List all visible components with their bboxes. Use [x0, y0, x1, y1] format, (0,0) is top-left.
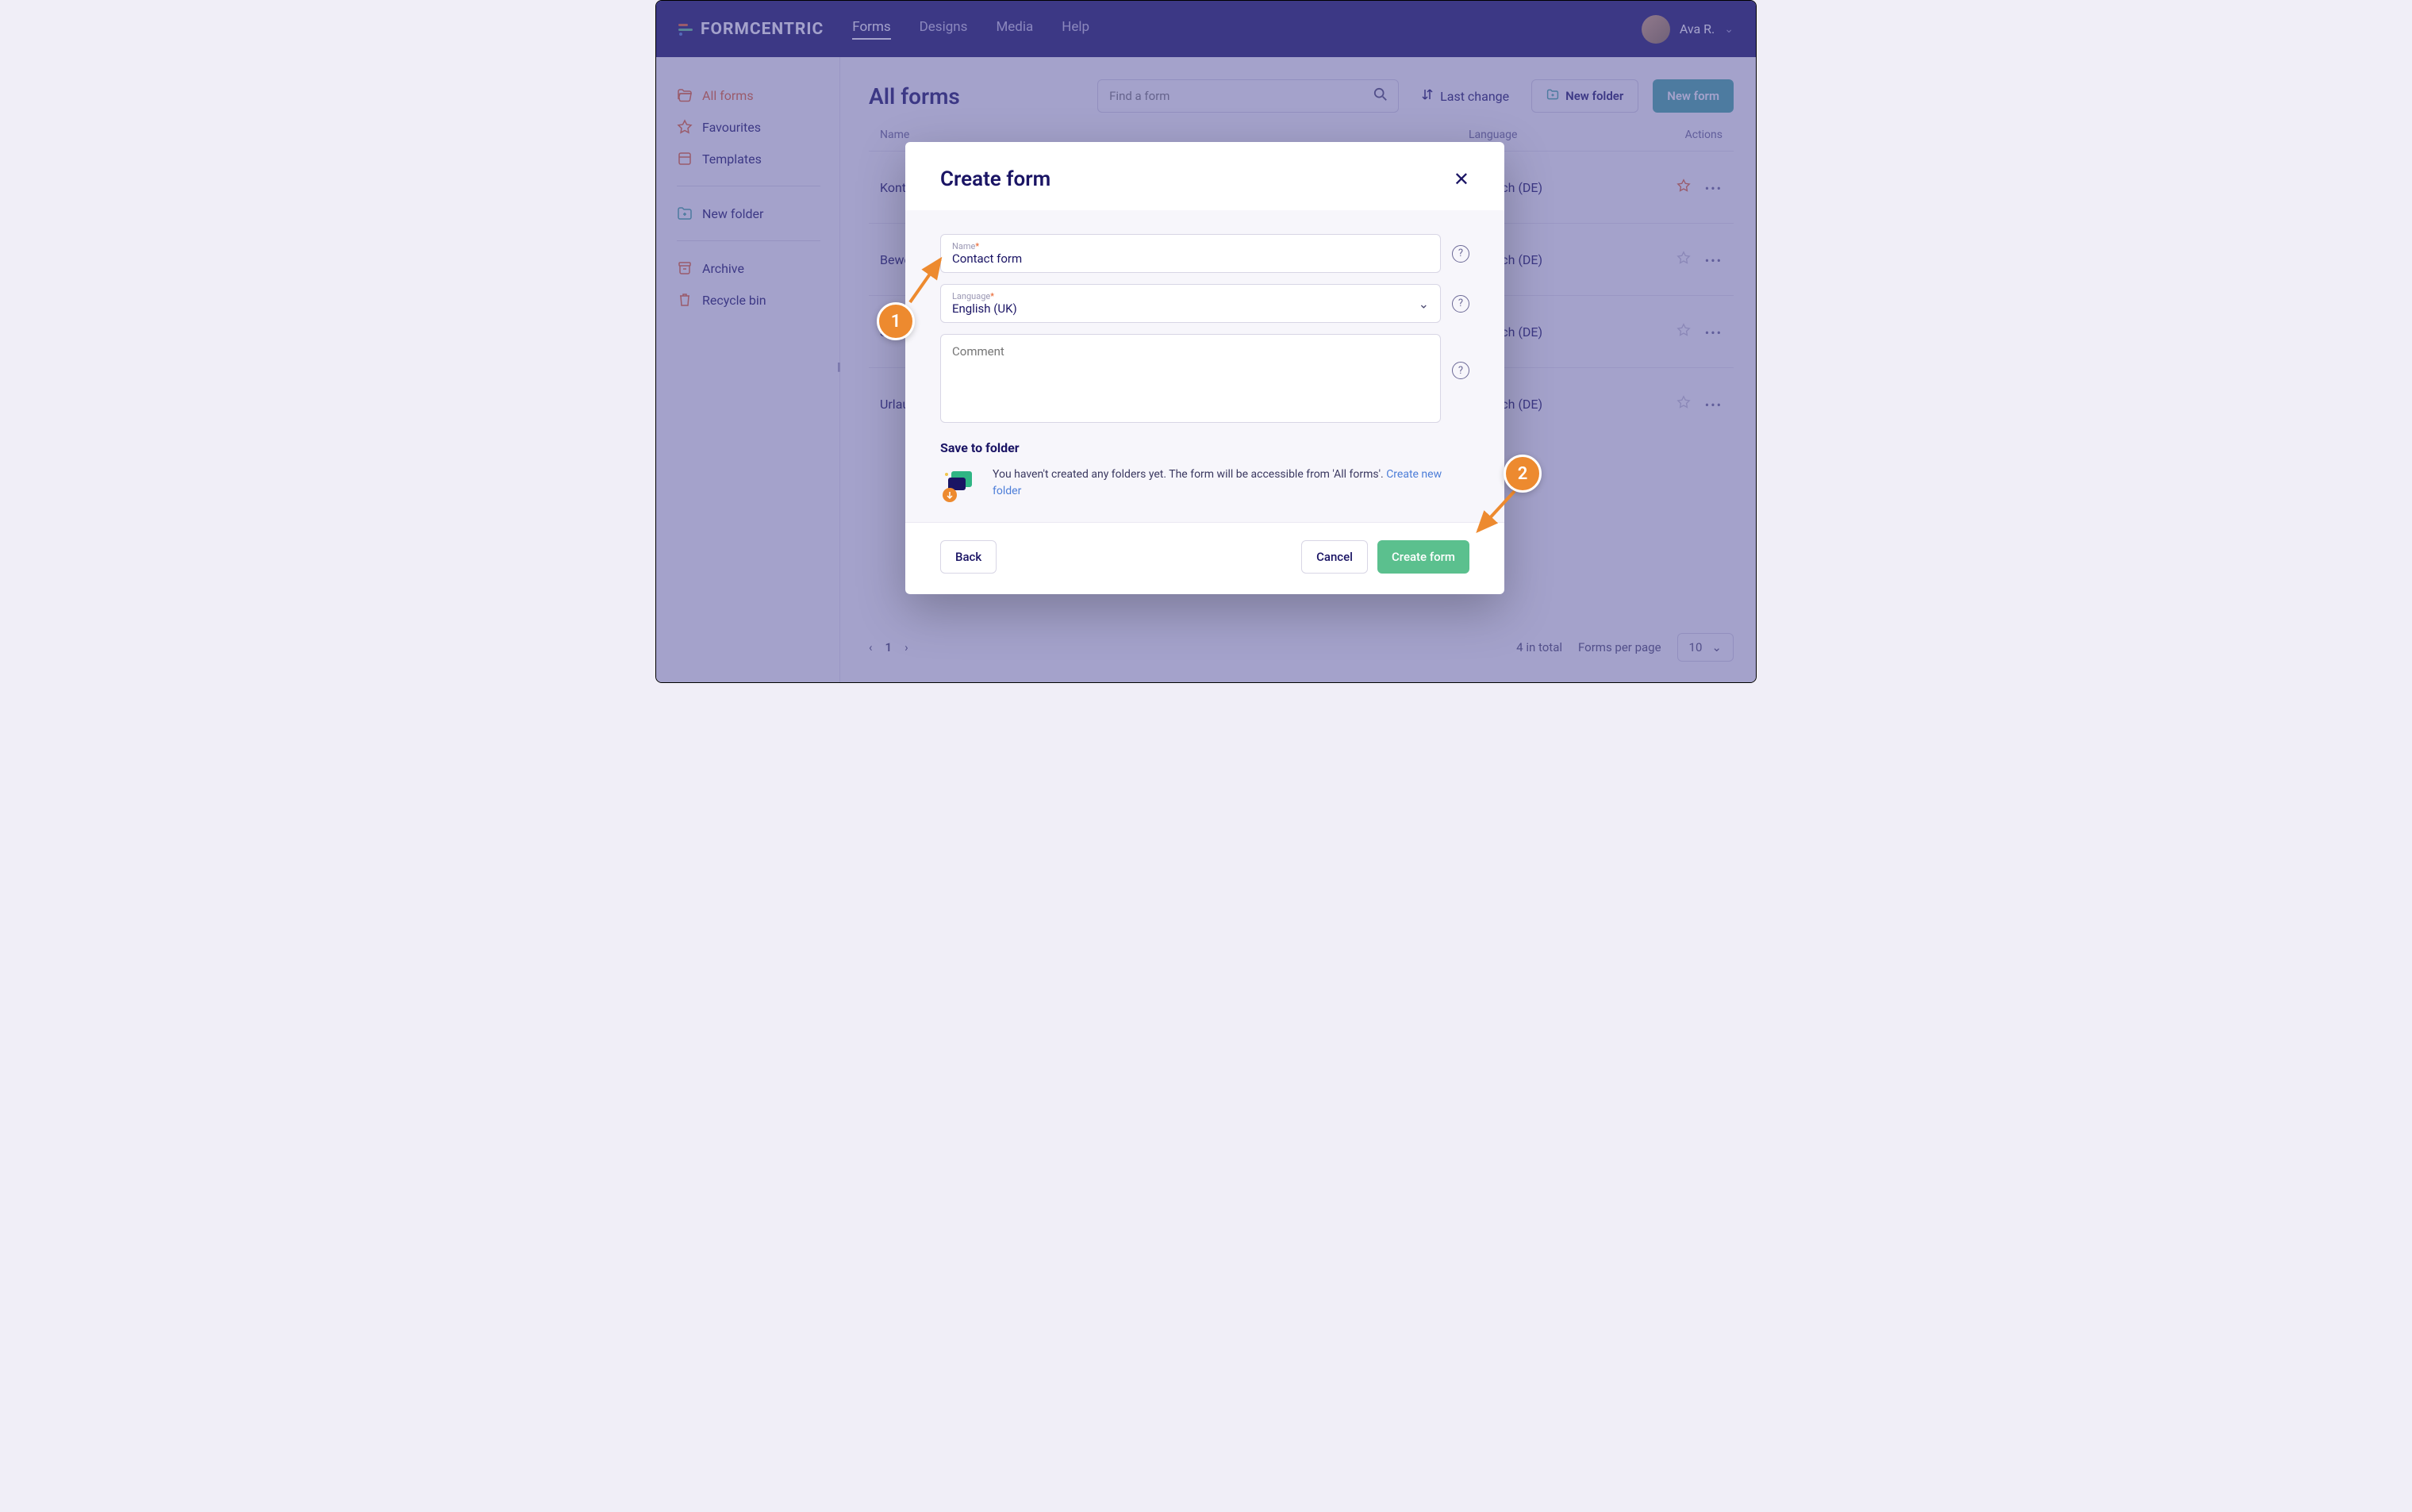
save-to-folder: Save to folder You haven't created any f… [940, 440, 1469, 505]
cancel-button[interactable]: Cancel [1301, 540, 1368, 574]
folder-message: You haven't created any folders yet. The… [993, 466, 1469, 500]
annotation-arrow-1 [902, 253, 950, 309]
help-icon[interactable]: ? [1452, 295, 1469, 313]
modal-footer: Back Cancel Create form [905, 522, 1504, 594]
close-icon: ✕ [1454, 168, 1469, 190]
create-form-modal: Create form ✕ Name* Contact form ? Langu… [905, 142, 1504, 594]
folder-illustration [940, 466, 978, 505]
name-field[interactable]: Name* Contact form [940, 234, 1441, 273]
close-button[interactable]: ✕ [1454, 168, 1469, 190]
name-input[interactable]: Contact form [952, 251, 1429, 266]
language-select[interactable]: Language* English (UK) ⌄ [940, 284, 1441, 323]
annotation-badge-2: 2 [1504, 455, 1542, 493]
annotation-badge-1: 1 [877, 302, 915, 340]
help-icon[interactable]: ? [1452, 245, 1469, 263]
help-icon[interactable]: ? [1452, 362, 1469, 379]
back-button[interactable]: Back [940, 540, 997, 574]
comment-textarea[interactable] [940, 334, 1441, 423]
save-title: Save to folder [940, 440, 1469, 455]
app-window: FORMCENTRIC Forms Designs Media Help Ava… [655, 0, 1757, 683]
chevron-down-icon: ⌄ [1419, 296, 1429, 311]
create-form-button[interactable]: Create form [1377, 540, 1469, 574]
modal-body: Name* Contact form ? Language* English (… [905, 210, 1504, 522]
annotation-arrow-2 [1469, 485, 1524, 540]
modal-header: Create form ✕ [905, 142, 1504, 210]
modal-title: Create form [940, 167, 1050, 191]
